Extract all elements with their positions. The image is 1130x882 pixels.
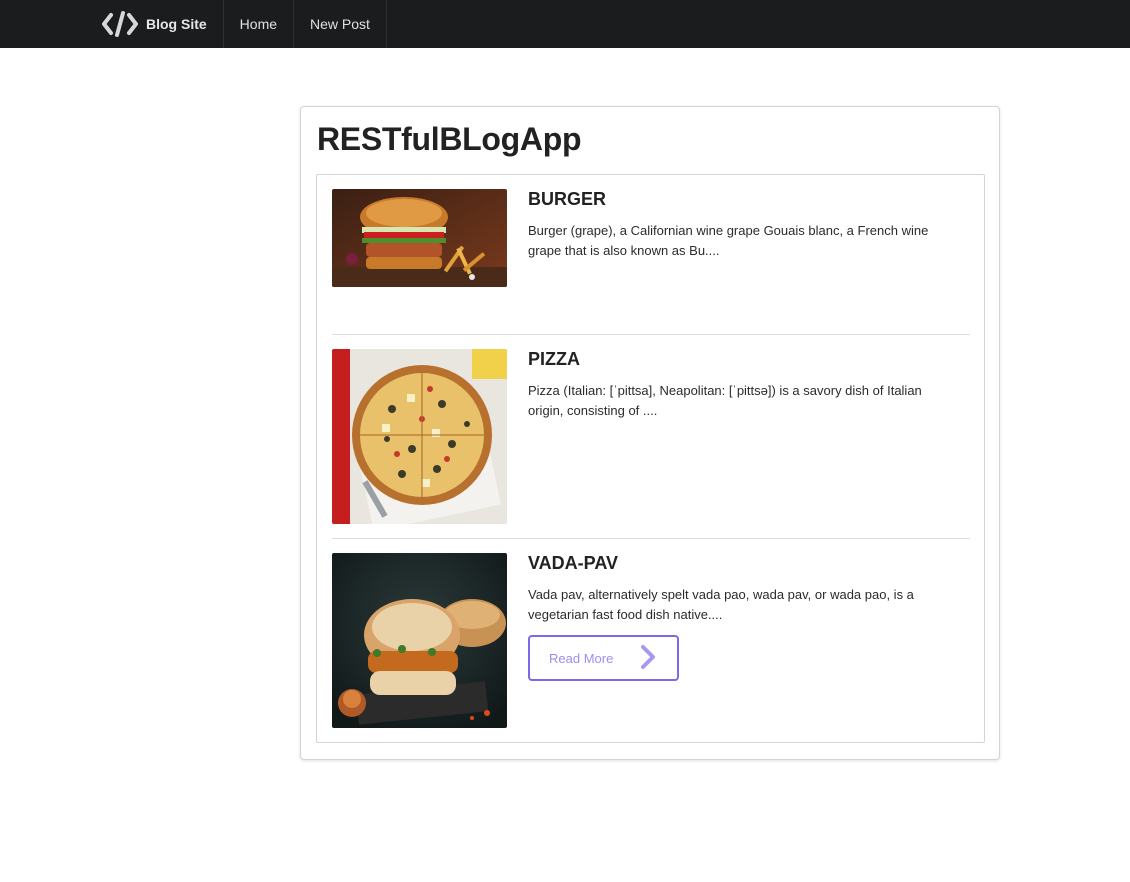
post-excerpt: Burger (grape), a Californian wine grape… <box>528 223 929 258</box>
main-card: RESTfulBLogApp BURGER Burger (grape), a … <box>300 106 1000 760</box>
post-list: BURGER Burger (grape), a Californian win… <box>316 174 985 743</box>
burger-photo[interactable] <box>332 189 507 287</box>
divider <box>332 334 970 335</box>
post-item-burger: BURGER Burger (grape), a Californian win… <box>332 189 970 299</box>
post-title[interactable]: BURGER <box>528 189 606 210</box>
read-more-button[interactable]: Read More <box>528 635 679 681</box>
post-item-pizza: PIZZA Pizza (Italian: [ˈpittsa], Neapoli… <box>332 349 970 525</box>
brand-link[interactable]: Blog Site <box>102 0 224 48</box>
code-brackets-icon <box>102 11 138 37</box>
post-excerpt: Pizza (Italian: [ˈpittsa], Neapolitan: [… <box>528 383 922 418</box>
page-title: RESTfulBLogApp <box>317 121 582 157</box>
vada-pav-photo[interactable] <box>332 553 507 728</box>
nav-new-post-link[interactable]: New Post <box>294 0 387 48</box>
post-excerpt: Vada pav, alternatively spelt vada pao, … <box>528 587 914 622</box>
pizza-photo[interactable] <box>332 349 507 524</box>
post-title[interactable]: PIZZA <box>528 349 580 370</box>
nav-home-link[interactable]: Home <box>224 0 295 48</box>
top-navbar: Blog Site Home New Post <box>0 0 1130 48</box>
brand-label: Blog Site <box>146 16 207 32</box>
post-title[interactable]: VADA-PAV <box>528 553 618 574</box>
divider <box>332 538 970 539</box>
read-more-label: Read More <box>549 650 614 666</box>
chevron-right-icon <box>641 645 655 669</box>
post-item-vada-pav: VADA-PAV Vada pav, alternatively spelt v… <box>332 553 970 729</box>
